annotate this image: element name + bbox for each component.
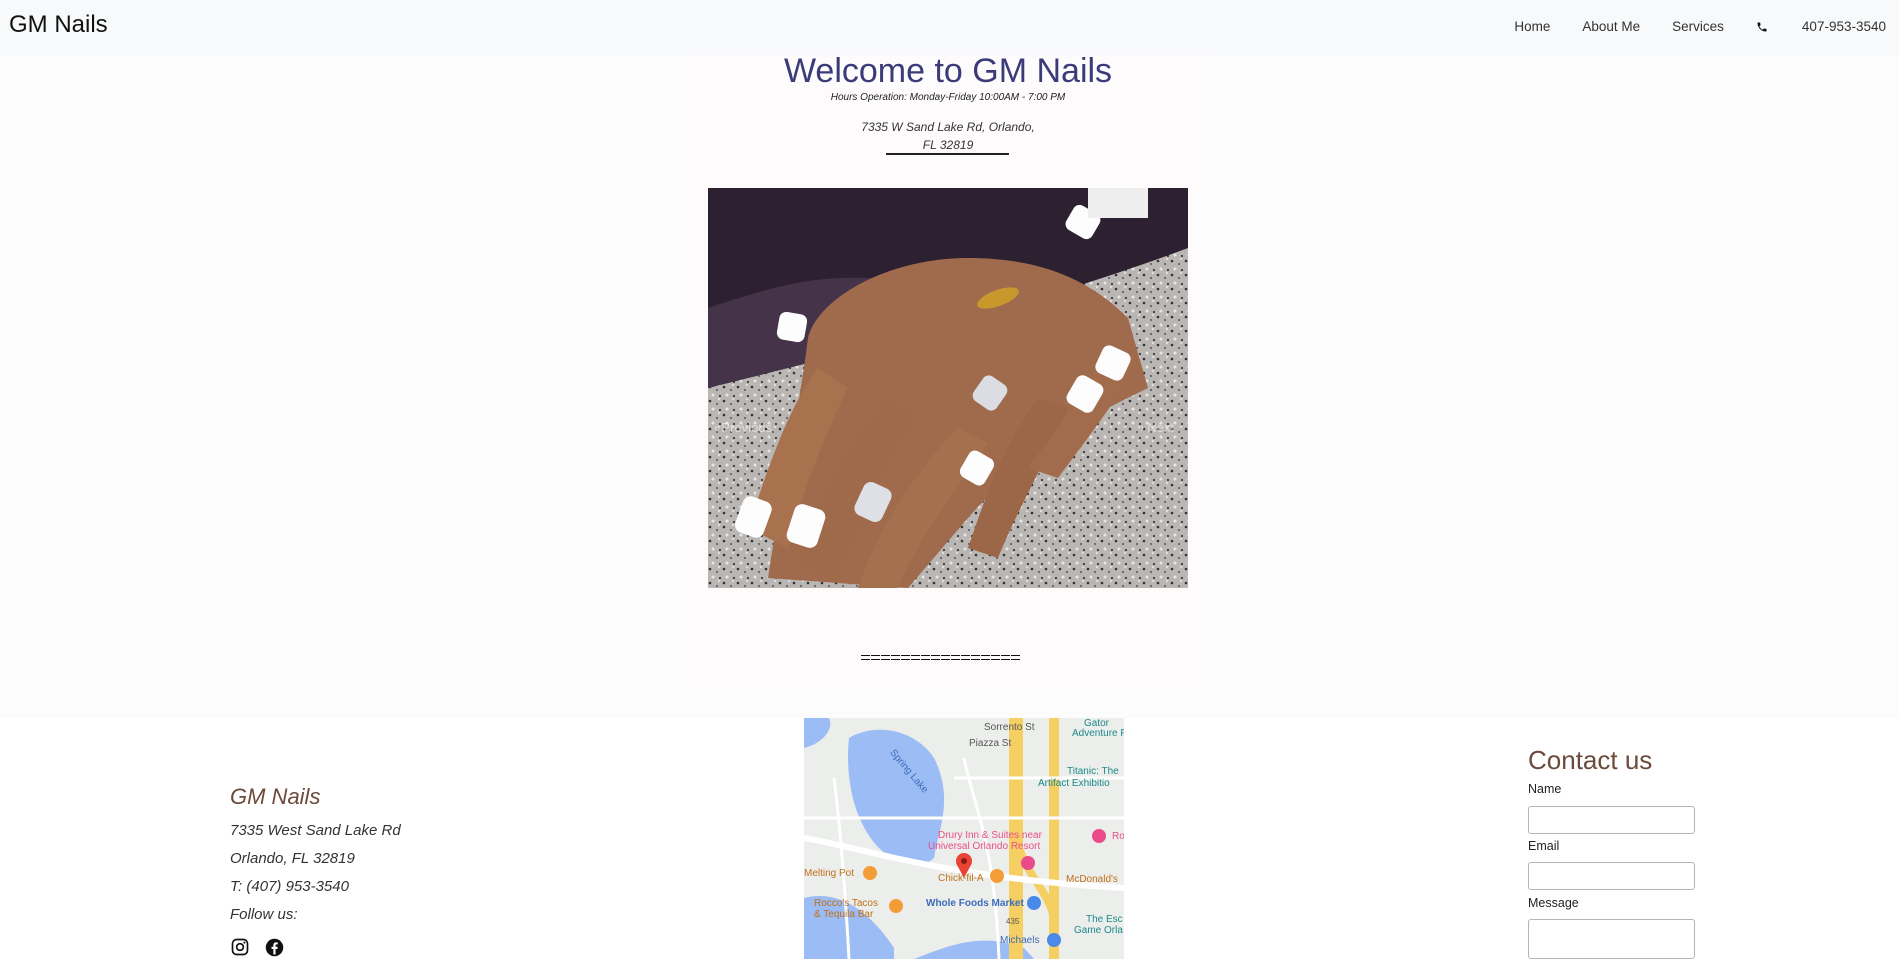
carousel-indicator[interactable] — [871, 655, 880, 660]
map-label-drury: Drury Inn & Suites near — [938, 830, 1042, 841]
footer-city: Orlando, FL 32819 — [230, 850, 355, 867]
carousel-indicator[interactable] — [951, 655, 960, 660]
map-label-michaels: Michaels — [1000, 935, 1040, 946]
brand-logo[interactable]: GM Nails — [9, 11, 108, 39]
carousel-indicator[interactable] — [1011, 655, 1020, 660]
carousel-indicator[interactable] — [861, 655, 870, 660]
carousel-indicator[interactable] — [941, 655, 950, 660]
phone-icon — [1757, 22, 1767, 31]
map-label-mcdonalds: McDonald's — [1066, 874, 1118, 885]
hours-text: Hours Operation: Monday-Friday 10:00AM -… — [830, 92, 1066, 103]
chevron-right-icon: › — [1139, 420, 1145, 435]
carousel-next[interactable]: › Next — [1140, 420, 1174, 435]
map-label-roccos: Rocco's Tacos — [814, 898, 878, 909]
carousel-indicator[interactable] — [961, 655, 970, 660]
map-label-sorrento: Sorrento St — [984, 722, 1035, 733]
contact-title: Contact us — [1528, 745, 1653, 775]
facebook-icon[interactable] — [264, 937, 285, 958]
nav-phone-label: 407-953-3540 — [1801, 19, 1886, 34]
nav-links: Home About Me Services 407-953-3540 — [1482, 19, 1886, 34]
carousel-previous-label: Previous — [721, 420, 772, 435]
carousel-indicator[interactable] — [931, 655, 940, 660]
nav-phone[interactable]: 407-953-3540 — [1756, 19, 1886, 34]
footer: GM Nails 7335 West Sand Lake Rd Orlando,… — [0, 718, 1899, 959]
footer-phone: T: (407) 953-3540 — [230, 878, 349, 895]
carousel-indicators — [861, 655, 1020, 660]
name-label: Name — [1528, 782, 1562, 796]
map-label-piazza: Piazza St — [969, 738, 1012, 749]
map-label-escape: The Esc — [1086, 914, 1123, 925]
map-label-roccos-2: & Tequila Bar — [814, 909, 874, 920]
address-line-2: FL 32819 — [922, 138, 974, 152]
instagram-icon[interactable] — [230, 937, 250, 957]
message-field[interactable] — [1528, 919, 1695, 959]
map-label-adventure: Adventure F — [1072, 728, 1124, 739]
map-label-ro: Ro — [1112, 831, 1124, 842]
nav-services[interactable]: Services — [1672, 19, 1724, 34]
map-label-road: 435 — [1006, 917, 1020, 926]
nav-home[interactable]: Home — [1514, 19, 1550, 34]
nails-photo — [708, 188, 1188, 588]
footer-follow: Follow us: — [230, 906, 298, 923]
social-links — [230, 937, 285, 958]
carousel-indicator[interactable] — [991, 655, 1000, 660]
address-underline — [886, 153, 1009, 155]
chevron-left-icon: ‹ — [714, 420, 719, 435]
name-field[interactable] — [1528, 806, 1695, 834]
carousel-next-label: Next — [1147, 420, 1174, 435]
footer-brand: GM Nails — [230, 784, 321, 809]
top-navbar: GM Nails Home About Me Services 407-953-… — [0, 0, 1899, 55]
carousel-indicator[interactable] — [971, 655, 980, 660]
map-label-titanic: Titanic: The — [1067, 766, 1119, 777]
carousel-previous[interactable]: ‹ Previous — [714, 420, 772, 435]
email-field[interactable] — [1528, 862, 1695, 890]
carousel-indicator[interactable] — [891, 655, 900, 660]
image-carousel[interactable]: ‹ Previous › Next — [708, 188, 1188, 588]
email-label: Email — [1528, 839, 1560, 853]
page-title: Welcome to GM Nails — [783, 52, 1113, 90]
carousel-indicator[interactable] — [1001, 655, 1010, 660]
map-label-titanic-2: Artifact Exhibitio — [1038, 778, 1110, 789]
carousel-indicator[interactable] — [911, 655, 920, 660]
map-label-chick: Chick-fil-A — [938, 873, 984, 884]
carousel-indicator[interactable] — [921, 655, 930, 660]
map-label-whole-foods: Whole Foods Market — [926, 898, 1024, 909]
map-label-melting-pot: Melting Pot — [804, 868, 855, 879]
location-map[interactable]: Sorrento St Piazza St Gator Adventure F … — [804, 718, 1124, 959]
carousel-indicator[interactable] — [901, 655, 910, 660]
message-label: Message — [1528, 896, 1579, 910]
carousel-indicator[interactable] — [981, 655, 990, 660]
carousel-indicator[interactable] — [881, 655, 890, 660]
map-label-escape-2: Game Orla — [1074, 925, 1123, 936]
map-label-drury-2: Universal Orlando Resort — [928, 841, 1041, 852]
nav-about[interactable]: About Me — [1582, 19, 1640, 34]
address-line-1: 7335 W Sand Lake Rd, Orlando, — [861, 120, 1035, 134]
footer-street: 7335 West Sand Lake Rd — [230, 822, 401, 839]
